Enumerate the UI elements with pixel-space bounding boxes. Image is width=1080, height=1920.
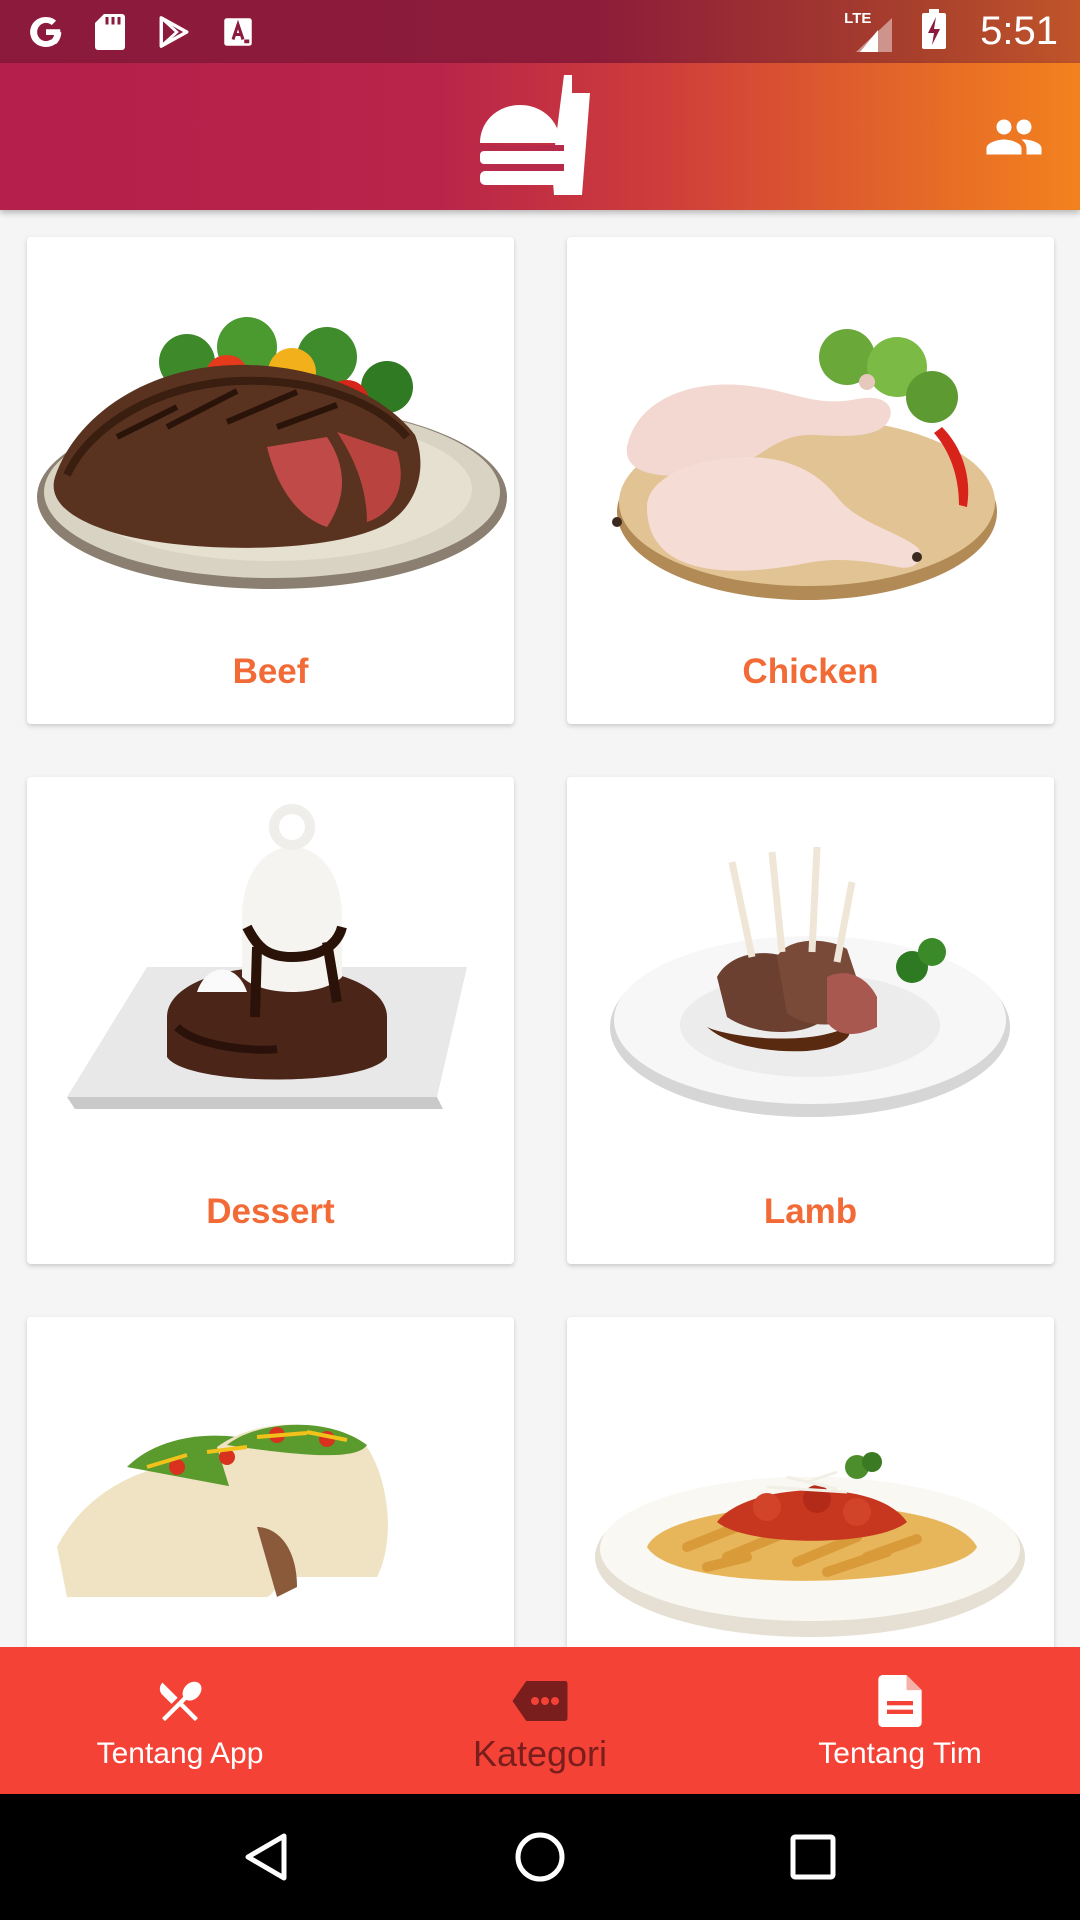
text-a-icon	[220, 14, 256, 50]
status-bar: LTE 5:51	[0, 0, 1080, 63]
back-icon[interactable]	[232, 1822, 302, 1892]
lamb-image	[567, 777, 1054, 1177]
nav-label: Tentang App	[96, 1737, 264, 1770]
category-grid: Beef Chicken Dessert Lamb	[0, 210, 1080, 1647]
system-navigation-bar	[0, 1794, 1080, 1920]
burger-drink-logo	[476, 73, 604, 201]
category-label: Lamb	[763, 1192, 858, 1231]
category-label: Dessert	[206, 1192, 335, 1231]
category-card-lamb[interactable]: Lamb	[567, 777, 1054, 1264]
nav-label: Tentang Tim	[818, 1737, 982, 1770]
status-right: LTE 5:51	[844, 9, 1058, 54]
category-card-chicken[interactable]: Chicken	[567, 237, 1054, 724]
category-card-dessert[interactable]: Dessert	[27, 777, 514, 1264]
app-bar	[0, 63, 1080, 210]
bottom-navigation: Tentang App Kategori Tentang Tim	[0, 1647, 1080, 1794]
nav-tentang-tim[interactable]: Tentang Tim	[720, 1647, 1080, 1794]
nav-kategori[interactable]: Kategori	[360, 1647, 720, 1794]
nav-tentang-app[interactable]: Tentang App	[0, 1647, 360, 1794]
category-label: Chicken	[742, 652, 879, 691]
recents-icon[interactable]	[778, 1822, 848, 1892]
play-store-icon	[156, 14, 192, 50]
clock: 5:51	[980, 9, 1058, 53]
category-label: Beef	[232, 652, 309, 691]
home-icon[interactable]	[505, 1822, 575, 1892]
sd-card-icon	[92, 13, 128, 50]
document-icon	[870, 1675, 930, 1727]
category-card-tacos[interactable]	[27, 1317, 514, 1647]
lte-signal-icon: LTE	[844, 10, 894, 54]
people-icon[interactable]	[982, 107, 1046, 167]
category-card-pasta[interactable]	[567, 1317, 1054, 1647]
beef-image	[27, 237, 514, 637]
nav-label: Kategori	[472, 1733, 608, 1774]
status-left-icons	[28, 13, 256, 50]
tacos-image	[27, 1317, 514, 1647]
pasta-image	[567, 1317, 1054, 1647]
category-card-beef[interactable]: Beef	[27, 237, 514, 724]
battery-charging-icon	[922, 9, 947, 54]
chicken-image	[567, 237, 1054, 637]
utensils-icon	[150, 1675, 210, 1727]
tag-icon	[510, 1675, 570, 1727]
google-icon	[28, 14, 64, 50]
dessert-image	[27, 777, 514, 1177]
